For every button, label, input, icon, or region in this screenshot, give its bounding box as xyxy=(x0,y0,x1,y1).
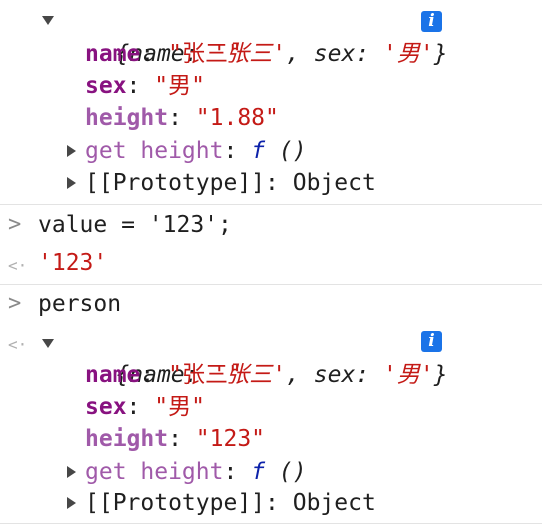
input-prompt-icon: > xyxy=(8,291,22,316)
summary-separator: , xyxy=(286,362,300,388)
collapse-triangle-icon[interactable] xyxy=(42,16,54,25)
summary-value-sex: '男' xyxy=(383,41,434,67)
function-keyword: f xyxy=(251,138,266,164)
divider xyxy=(0,523,542,524)
object-summary[interactable]: {name: '张三', sex: '男'} xyxy=(60,327,447,388)
info-icon[interactable]: i xyxy=(421,331,442,352)
summary-key-sex: sex xyxy=(313,362,356,388)
prototype-key: [[Prototype]] xyxy=(85,490,266,516)
console-command: value = '123'; xyxy=(38,209,232,241)
result-arrow-icon: <· xyxy=(8,335,28,354)
property-value: "男" xyxy=(154,73,205,99)
expand-triangle-icon[interactable] xyxy=(67,145,76,157)
property-key: sex xyxy=(85,394,127,420)
function-parens: () xyxy=(278,138,307,164)
property-row: name: "张三" xyxy=(85,362,242,388)
getter-key: get height xyxy=(85,459,224,485)
divider xyxy=(0,284,542,285)
command-text: person xyxy=(38,291,122,317)
property-row: sex: "男" xyxy=(85,394,205,420)
prototype-key: [[Prototype]] xyxy=(85,170,266,196)
devtools-console: {name: '张三', sex: '男'} i name: "张三" sex:… xyxy=(0,0,542,530)
getter-row[interactable]: get height: f () xyxy=(85,135,307,167)
expand-triangle-icon[interactable] xyxy=(67,466,76,478)
property-value: "张三" xyxy=(168,41,242,67)
object-summary[interactable]: {name: '张三', sex: '男'} xyxy=(60,6,447,67)
command-text: value = '123'; xyxy=(38,212,232,238)
property-value: "张三" xyxy=(168,362,242,388)
input-prompt-icon: > xyxy=(8,212,22,237)
getter-key: get height xyxy=(85,138,224,164)
property-key: name xyxy=(85,362,141,388)
property-row: height: "123" xyxy=(85,426,266,452)
property-key: sex xyxy=(85,73,127,99)
property-value: "1.88" xyxy=(195,105,279,131)
divider xyxy=(0,204,542,205)
property-value: "男" xyxy=(154,394,205,420)
property-row: name: "张三" xyxy=(85,41,242,67)
property-row: sex: "男" xyxy=(85,73,205,99)
summary-close-brace: } xyxy=(433,41,448,67)
getter-row[interactable]: get height: f () xyxy=(85,456,307,488)
prototype-value: Object xyxy=(292,170,376,196)
summary-value-sex: '男' xyxy=(383,362,434,388)
property-row: height: "1.88" xyxy=(85,105,279,131)
console-command: person xyxy=(38,288,121,320)
summary-separator: , xyxy=(286,41,300,67)
property-value: "123" xyxy=(195,426,266,452)
property-key: name xyxy=(85,41,141,67)
prototype-row[interactable]: [[Prototype]]: Object xyxy=(85,487,376,519)
prototype-value: Object xyxy=(292,490,376,516)
summary-close-brace: } xyxy=(433,362,448,388)
collapse-triangle-icon[interactable] xyxy=(42,339,54,348)
expand-triangle-icon[interactable] xyxy=(67,497,76,509)
prototype-row[interactable]: [[Prototype]]: Object xyxy=(85,167,376,199)
result-text: '123' xyxy=(38,250,108,276)
expand-triangle-icon[interactable] xyxy=(67,177,76,189)
summary-key-sex: sex xyxy=(313,41,356,67)
property-key: height xyxy=(85,105,169,131)
result-arrow-icon: <· xyxy=(8,256,28,275)
property-key: height xyxy=(85,426,169,452)
info-icon[interactable]: i xyxy=(421,11,442,32)
function-parens: () xyxy=(278,459,307,485)
console-result: '123' xyxy=(38,247,107,279)
function-keyword: f xyxy=(251,459,266,485)
